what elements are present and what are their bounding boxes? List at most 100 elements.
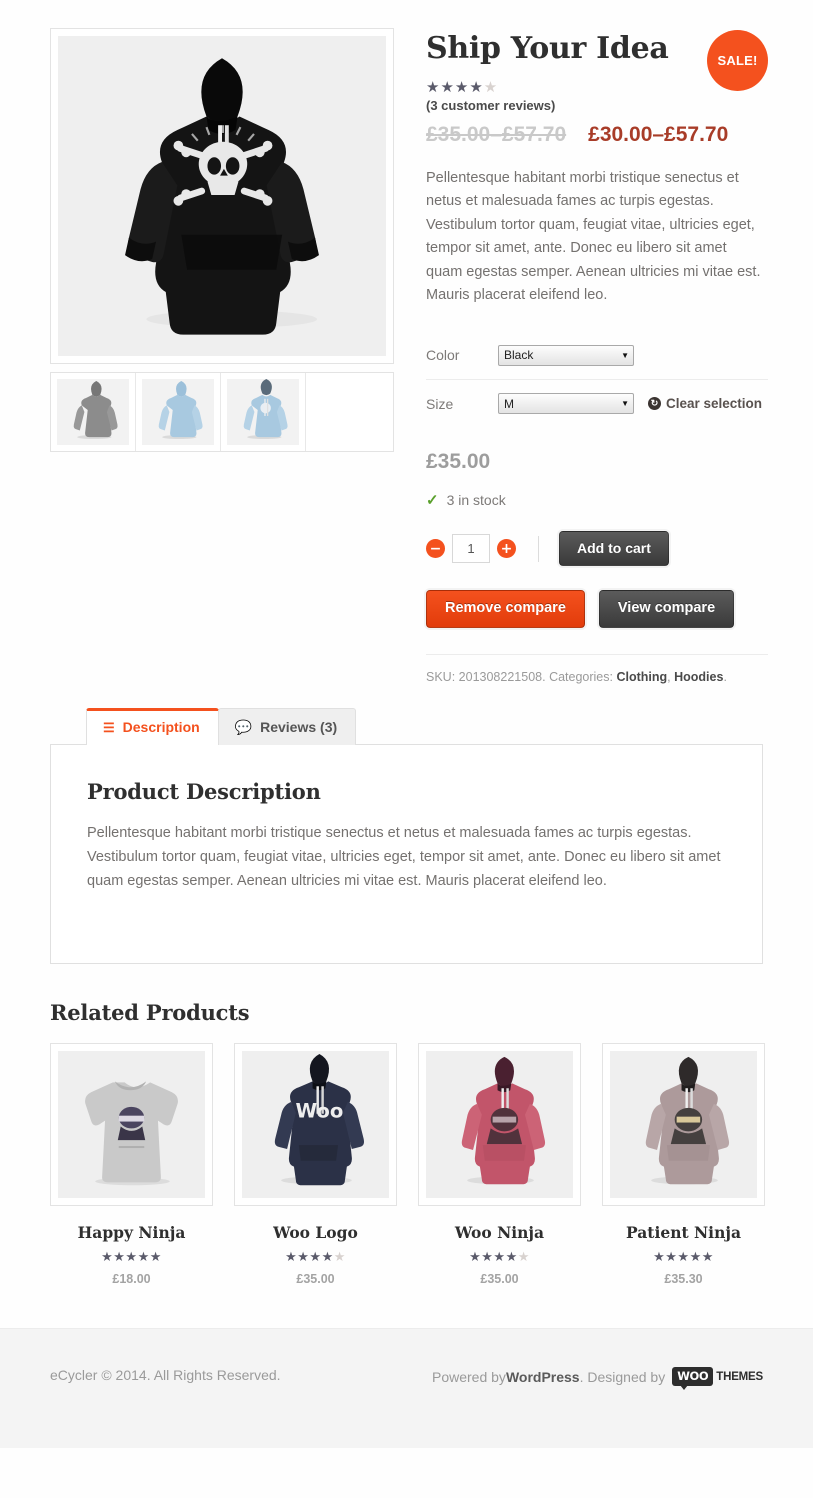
related-product-patient-ninja[interactable]: Patient Ninja ★★★★★ £35.30	[602, 1043, 765, 1286]
mauve-hoodie-illustration	[610, 1051, 757, 1199]
related-product-woo-ninja[interactable]: Woo Ninja ★★★★★ £35.00	[418, 1043, 581, 1286]
tab-description[interactable]: ☰ Description	[86, 708, 219, 746]
quantity-input[interactable]: 1	[452, 534, 490, 564]
quantity-decrease-button[interactable]: −	[426, 539, 445, 559]
add-to-cart-row: − 1 + Add to cart	[426, 530, 768, 567]
star-rating[interactable]: ★★★★★	[426, 80, 498, 95]
remove-compare-button[interactable]: Remove compare	[426, 590, 585, 629]
tabs-list: ☰ Description 💬 Reviews (3)	[50, 708, 763, 746]
designed-by-prefix: . Designed by	[579, 1368, 666, 1385]
chevron-down-icon: ▼	[621, 350, 629, 360]
related-product-rating: ★★★★★	[285, 1249, 346, 1265]
variation-form: Color Black ▼ Size M ▼ ↻ Clear selection	[426, 332, 768, 428]
grey-hoodie-thumb-icon	[60, 379, 126, 445]
related-product-price: £35.30	[664, 1272, 703, 1287]
price-row: £35.00–£57.70 £30.00–£57.70	[426, 123, 768, 147]
color-select-value: Black	[504, 348, 534, 363]
rating-row: ★★★★★ (3 customer reviews)	[426, 79, 768, 113]
footer-credits: Powered by WordPress . Designed by WOO T…	[432, 1367, 763, 1391]
description-body: Pellentesque habitant morbi tristique se…	[87, 825, 721, 890]
tab-reviews[interactable]: 💬 Reviews (3)	[217, 708, 357, 746]
red-hoodie-illustration	[426, 1051, 573, 1199]
variation-row-size: Size M ▼ ↻ Clear selection	[426, 380, 768, 428]
stock-status: ✓ 3 in stock	[426, 491, 768, 509]
sale-price: £30.00–£57.70	[588, 123, 729, 146]
size-select[interactable]: M ▼	[498, 393, 634, 415]
tab-reviews-label: Reviews (3)	[260, 719, 338, 736]
sale-badge: SALE!	[707, 30, 768, 91]
related-product-title: Patient Ninja	[626, 1223, 741, 1243]
category-link-hoodies[interactable]: Hoodies	[674, 670, 723, 684]
variation-label-color: Color	[426, 347, 460, 364]
sku-value: 201308221508.	[458, 670, 546, 685]
grey-tshirt-illustration	[58, 1051, 205, 1199]
customer-reviews-link[interactable]: (3 customer reviews)	[426, 98, 768, 113]
related-product-rating: ★★★★★	[469, 1249, 530, 1265]
thumbnail-blue-hoodie-back[interactable]	[136, 373, 221, 451]
thumbnail-grey-hoodie[interactable]	[51, 373, 136, 451]
comment-icon: 💬	[234, 719, 253, 736]
selected-variation: £35.00 ✓ 3 in stock − 1 + Add to cart Re…	[426, 449, 768, 629]
related-product-title: Woo Ninja	[454, 1223, 545, 1243]
view-compare-button[interactable]: View compare	[598, 590, 735, 629]
blue-hoodie-back-thumb-icon	[145, 379, 211, 445]
related-product-image[interactable]	[602, 1043, 765, 1207]
variation-price: £35.00	[426, 449, 491, 473]
related-products-section: Related Products Happy Ninja ★★★★★ £18.0…	[0, 1000, 813, 1286]
meta-divider	[426, 654, 768, 656]
quantity-increase-button[interactable]: +	[497, 539, 516, 559]
footer-copyright: eCycler © 2014. All Rights Reserved.	[50, 1367, 281, 1384]
related-product-rating: ★★★★★	[653, 1249, 714, 1265]
divider	[538, 535, 539, 562]
check-icon: ✓	[426, 491, 439, 509]
thumbnail-blue-hoodie-front[interactable]	[221, 373, 306, 451]
blue-hoodie-front-thumb-icon	[230, 379, 296, 445]
clear-selection-label: Clear selection	[666, 396, 763, 412]
stock-status-label: 3 in stock	[446, 491, 506, 508]
woo-badge-text: WOO	[672, 1367, 714, 1391]
related-product-rating: ★★★★★	[101, 1249, 162, 1265]
related-product-title: Woo Logo	[273, 1223, 358, 1243]
product-page: SALE! Ship Your Idea ★★★★★ (3 customer r…	[0, 0, 813, 1449]
related-product-image[interactable]	[418, 1043, 581, 1207]
wordpress-link[interactable]: WordPress	[506, 1369, 580, 1385]
product-summary: SALE! Ship Your Idea ★★★★★ (3 customer r…	[394, 28, 768, 684]
woothemes-logo[interactable]: WOO THEMES	[672, 1367, 763, 1391]
ninja-graphic	[117, 1107, 146, 1141]
related-product-happy-ninja[interactable]: Happy Ninja ★★★★★ £18.00	[50, 1043, 213, 1286]
original-price: £35.00–£57.70	[426, 123, 567, 146]
category-link-clothing[interactable]: Clothing	[616, 670, 667, 684]
compare-buttons: Remove compare View compare	[426, 590, 768, 629]
sku-prefix: SKU:	[426, 670, 456, 685]
related-product-title: Happy Ninja	[77, 1223, 186, 1243]
thumbnail-spacer	[306, 373, 393, 451]
product-meta: SKU: 201308221508. Categories: Clothing,…	[426, 670, 768, 684]
size-select-value: M	[504, 396, 514, 411]
main-product-image[interactable]	[50, 28, 394, 364]
clear-selection-link[interactable]: ↻ Clear selection	[648, 396, 762, 411]
chevron-down-icon: ▼	[621, 399, 629, 409]
clear-icon: ↻	[648, 397, 661, 411]
site-footer: eCycler © 2014. All Rights Reserved. Pow…	[0, 1328, 813, 1449]
short-description: Pellentesque habitant morbi tristique se…	[426, 170, 761, 304]
related-products-heading: Related Products	[50, 1000, 250, 1026]
powered-by-prefix: Powered by	[432, 1368, 506, 1385]
related-products-grid: Happy Ninja ★★★★★ £18.00 Woo Woo Logo ★★…	[50, 1043, 765, 1286]
tab-description-label: Description	[122, 719, 200, 736]
add-to-cart-button[interactable]: Add to cart	[559, 530, 669, 567]
description-heading: Product Description	[87, 779, 321, 805]
related-product-price: £18.00	[112, 1272, 151, 1287]
description-panel: Product Description Pellentesque habitan…	[50, 744, 763, 965]
related-product-image[interactable]: Woo	[234, 1043, 397, 1207]
meta-period: .	[723, 670, 727, 685]
main-image-canvas	[58, 36, 386, 356]
related-product-price: £35.00	[296, 1272, 335, 1287]
related-product-woo-logo[interactable]: Woo Woo Logo ★★★★★ £35.00	[234, 1043, 397, 1286]
list-icon: ☰	[103, 719, 115, 735]
product-thumbnails	[50, 372, 394, 452]
color-select[interactable]: Black ▼	[498, 344, 634, 366]
navy-hoodie-illustration: Woo	[242, 1051, 389, 1199]
variation-row-color: Color Black ▼	[426, 332, 768, 380]
related-product-image[interactable]	[50, 1043, 213, 1207]
variation-label-size: Size	[426, 395, 454, 412]
